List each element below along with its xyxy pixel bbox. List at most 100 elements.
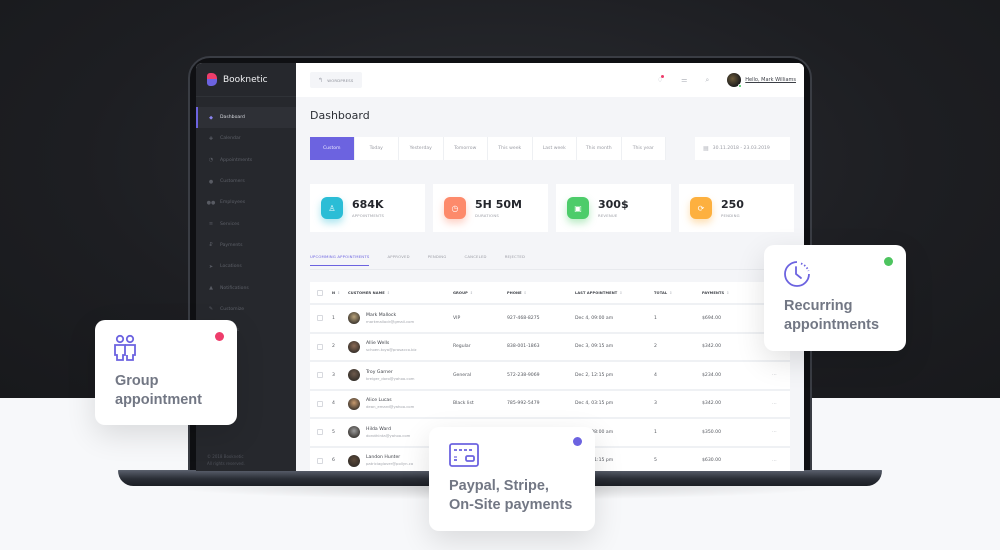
filter-yesterday[interactable]: Yesterday [399, 137, 444, 160]
sidebar-item-customers[interactable]: ● Customers [196, 171, 296, 192]
status-dot [573, 437, 582, 446]
sidebar-item-label: Appointments [220, 157, 253, 163]
stat-label: APPOINTMENTS [352, 212, 385, 218]
wordpress-button[interactable]: ↰ WORDPRESS [310, 72, 362, 88]
topbar: ↰ WORDPRESS ♢ ⚌ ⌕ Hello, Mark Williams [296, 63, 804, 97]
sidebar-item-calendar[interactable]: ✚ Calendar [196, 128, 296, 149]
date-range-picker[interactable]: ▦ 30.11.2018 - 23.03.2019 [695, 137, 790, 160]
tab-approved[interactable]: APPROVED [387, 254, 409, 268]
column-header-payments[interactable]: PAYMENTS ⇕ [702, 291, 772, 295]
total-appointments: 2 [654, 344, 657, 350]
status-dot [884, 257, 893, 266]
customer-group: General [453, 372, 472, 378]
column-header-phone[interactable]: PHONE ⇕ [507, 291, 575, 295]
people-icon: ●● [206, 199, 216, 206]
table-row[interactable]: 2 Allie Wells schoen.toya@prosacco.biz R… [310, 331, 790, 360]
total-appointments: 1 [654, 315, 657, 321]
customer-email: dorothinta@yahoo.com [366, 432, 411, 438]
last-appointment: Dec 3, 09:15 am [575, 344, 614, 350]
payment-icon: ₽ [209, 242, 213, 249]
sidebar-item-label: Payments [220, 242, 243, 248]
filter-tomorrow[interactable]: Tomorrow [443, 137, 488, 160]
filter-today[interactable]: Today [354, 137, 399, 160]
row-checkbox[interactable] [317, 400, 323, 407]
sidebar-item-dashboard[interactable]: ◆ Dashboard [196, 107, 296, 129]
filter-custom[interactable]: Custom [310, 137, 355, 160]
payments-amount: $342.00 [702, 344, 721, 350]
row-checkbox[interactable] [317, 372, 323, 379]
copyright: © 2018 Booknetic All rights reserved. [207, 454, 245, 467]
user-greeting-link[interactable]: Hello, Mark Williams [745, 77, 796, 83]
sidebar-item-label: Calendar [220, 136, 241, 142]
card-title: Paypal, Stripe, On-Site payments [449, 478, 573, 513]
sidebar-item-customize[interactable]: ✎ Customize [196, 299, 296, 320]
customer-avatar [348, 454, 360, 467]
sidebar-item-employees[interactable]: ●● Employees [196, 192, 296, 213]
sidebar-item-locations[interactable]: ➤ Locations [196, 256, 296, 277]
sidebar-item-notifications[interactable]: ▲ Notifications [196, 277, 296, 298]
column-header-customer-name[interactable]: CUSTOMER NAME ⇕ [340, 291, 453, 295]
search-icon[interactable]: ⌕ [705, 76, 709, 85]
back-arrow-icon: ↰ [318, 76, 324, 84]
person-icon: ♙ [321, 197, 343, 219]
select-all-checkbox[interactable] [317, 289, 323, 296]
tab-upcomming-appointments[interactable]: UPCOMMING APPOINTMENTS [310, 254, 370, 268]
column-header-last-appointment[interactable]: LAST APPOINTMENT ⇕ [575, 291, 654, 295]
sidebar-item-appointments[interactable]: ◔ Appointments [196, 150, 296, 171]
tab-pending[interactable]: PENDING [428, 254, 447, 268]
column-header-group[interactable]: GROUP ⇕ [453, 291, 507, 295]
table-row[interactable]: 1 Mark Mallock markmallock@gmail.com VIP… [310, 303, 790, 332]
table-row[interactable]: 4 Alice Lucas dean_emard@yahoo.com Black… [310, 388, 790, 417]
column-header-n[interactable]: N ⇕ [324, 291, 340, 295]
customer-phone: 785-992-5479 [507, 401, 540, 407]
bell-icon[interactable]: ♢ [657, 75, 665, 84]
last-appointment: Dec 4, 03:15 pm [575, 401, 614, 407]
table-row[interactable]: 3 Troy Garner kreiger_doro@yahoo.com Gen… [310, 360, 790, 389]
more-options-icon[interactable]: ··· [772, 372, 790, 378]
recurring-appointments-card: Recurring appointments [764, 245, 906, 351]
row-checkbox[interactable] [317, 429, 323, 436]
filter-this-week[interactable]: This week [488, 137, 533, 160]
group-people-icon [114, 334, 136, 361]
calendar-icon: ▦ [703, 145, 709, 152]
filter-this-month[interactable]: This month [577, 137, 622, 160]
booknetic-logo-icon [207, 73, 217, 86]
stat-label: DURATIONS [475, 212, 499, 218]
appointment-tabs: UPCOMMING APPOINTMENTS APPROVED PENDING CAN… [310, 254, 543, 268]
bell-icon: ▲ [209, 285, 213, 292]
more-options-icon[interactable]: ··· [772, 458, 790, 464]
more-options-icon[interactable]: ··· [772, 401, 790, 407]
user-avatar[interactable] [727, 73, 743, 88]
filter-this-year[interactable]: This year [621, 137, 666, 160]
customer-group: Black list [453, 401, 474, 407]
column-header-total[interactable]: TOTAL ⇕ [654, 291, 702, 295]
refresh-icon: ⟳ [690, 197, 712, 219]
sidebar-item-label: Services [220, 221, 240, 227]
tab-rejected[interactable]: REJECTED [505, 254, 525, 268]
row-checkbox[interactable] [317, 315, 323, 322]
row-number: 1 [332, 315, 335, 321]
customer-group: VIP [453, 315, 461, 321]
notification-dot [661, 75, 665, 78]
sidebar-item-services[interactable]: ≡ Services [196, 213, 296, 234]
brand[interactable]: Booknetic [196, 63, 296, 97]
app-screen: Booknetic ◆ Dashboard ✚ Calendar ◔ Appointmen… [196, 63, 804, 471]
filter-last-week[interactable]: Last week [532, 137, 577, 160]
tab-canceled[interactable]: CANCELED [465, 254, 487, 268]
more-options-icon[interactable]: ··· [772, 429, 790, 435]
stat-value: 684K [352, 197, 384, 211]
customer-avatar [348, 312, 360, 325]
sliders-icon[interactable]: ⚌ [681, 76, 687, 84]
customer-email: schoen.toya@prosacco.biz [366, 347, 417, 353]
row-checkbox[interactable] [317, 457, 323, 464]
customer-phone: 927-468-8275 [507, 315, 540, 321]
person-icon: ● [208, 178, 214, 185]
location-arrow-icon: ➤ [208, 263, 214, 270]
row-checkbox[interactable] [317, 343, 323, 350]
row-number: 3 [332, 372, 335, 378]
sidebar-item-label: Customers [220, 179, 245, 185]
total-appointments: 4 [654, 372, 657, 378]
topbar-actions: ♢ ⚌ ⌕ Hello, Mark Williams [639, 73, 804, 88]
sidebar-item-payments[interactable]: ₽ Payments [196, 235, 296, 256]
customer-avatar [348, 340, 360, 353]
